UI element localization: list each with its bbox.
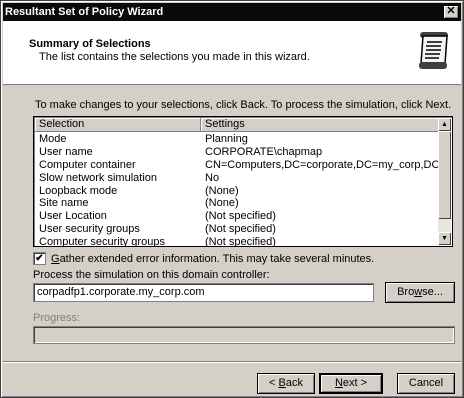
column-header-selection[interactable]: Selection: [35, 118, 201, 132]
checkmark-icon: ✔: [35, 253, 44, 264]
scroll-up-arrow-icon[interactable]: ▲: [438, 118, 451, 131]
btn-text: Bro: [397, 286, 415, 298]
list-row[interactable]: User Location (Not specified): [35, 210, 439, 223]
wizard-header: Summary of Selections The list contains …: [3, 21, 461, 85]
setting-cell: (None): [205, 184, 239, 197]
btn-text: se...: [422, 286, 443, 298]
page-subtitle: The list contains the selections you mad…: [39, 51, 310, 63]
close-icon: ✕: [446, 5, 456, 17]
list-row[interactable]: Loopback mode (None): [35, 185, 439, 198]
selection-cell: Mode: [39, 133, 67, 145]
setting-cell: (Not specified): [205, 210, 276, 223]
domain-controller-label: Process the simulation on this domain co…: [33, 269, 270, 281]
list-row[interactable]: Slow network simulation No: [35, 172, 439, 185]
mnemonic-letter: B: [278, 377, 286, 389]
title-bar: Resultant Set of Policy Wizard ✕: [3, 3, 461, 21]
divider: [3, 361, 461, 363]
setting-cell: (None): [205, 197, 239, 210]
mnemonic-letter: w: [414, 286, 423, 298]
mnemonic-letter: G: [51, 252, 60, 265]
progress-bar: [33, 326, 455, 344]
gather-errors-checkbox[interactable]: ✔: [33, 252, 46, 265]
setting-cell: (Not specified): [205, 223, 276, 236]
selections-list[interactable]: Selection Settings Mode Planning User nam…: [33, 116, 453, 247]
scroll-down-arrow-icon[interactable]: ▼: [438, 232, 451, 245]
list-row[interactable]: Site name (None): [35, 197, 439, 210]
gather-errors-option[interactable]: ✔ Gather extended error information. Thi…: [33, 252, 374, 265]
selection-cell: User name: [39, 145, 93, 158]
selection-cell: User security groups: [39, 223, 140, 236]
setting-cell: No: [205, 171, 220, 184]
cancel-button[interactable]: Cancel: [397, 373, 455, 394]
selection-cell: Computer container: [39, 158, 136, 171]
selection-cell: Site name: [39, 197, 89, 210]
list-row[interactable]: Computer security groups (Not specified): [35, 236, 439, 247]
setting-cell: Planning: [205, 133, 248, 145]
list-row[interactable]: Computer container CN=Computers,DC=corpor…: [35, 159, 439, 172]
mnemonic-letter: N: [334, 377, 343, 389]
btn-text: ack: [285, 377, 303, 389]
instruction-text: To make changes to your selections, clic…: [35, 99, 452, 111]
selection-cell: User Location: [39, 210, 107, 223]
selection-cell: Computer security groups: [39, 236, 165, 247]
setting-cell: (Not specified): [205, 236, 276, 247]
gather-errors-label[interactable]: Gather extended error information. This …: [51, 253, 374, 265]
column-header-settings[interactable]: Settings: [201, 118, 439, 132]
domain-controller-field[interactable]: corpadfp1.corporate.my_corp.com: [33, 283, 374, 302]
list-scrollbar[interactable]: ▲ ▼: [438, 118, 451, 245]
list-row[interactable]: User security groups (Not specified): [35, 223, 439, 236]
page-title: Summary of Selections: [29, 38, 151, 50]
setting-cell: CN=Computers,DC=corporate,DC=my_corp,DC=…: [205, 158, 439, 171]
btn-text: ext >: [342, 377, 368, 389]
selection-cell: Slow network simulation: [39, 171, 157, 184]
progress-label: Progress:: [33, 312, 81, 324]
label-text: ather extended error information. This m…: [59, 252, 375, 265]
selection-cell: Loopback mode: [39, 184, 118, 197]
close-button[interactable]: ✕: [443, 5, 459, 19]
scroll-document-icon: [417, 30, 453, 72]
scroll-thumb[interactable]: [438, 131, 451, 219]
back-button[interactable]: < Back: [257, 373, 315, 394]
next-button[interactable]: Next >: [319, 373, 383, 394]
list-row[interactable]: User name CORPORATE\chapmap: [35, 146, 439, 159]
setting-cell: CORPORATE\chapmap: [205, 145, 323, 158]
browse-button[interactable]: Browse...: [385, 282, 455, 303]
btn-text: <: [269, 377, 279, 389]
list-header: Selection Settings: [35, 118, 439, 132]
list-rows: Mode Planning User name CORPORATE\chapmap …: [35, 133, 439, 247]
list-row[interactable]: Mode Planning: [35, 133, 439, 146]
window-title: Resultant Set of Policy Wizard: [5, 6, 164, 18]
wizard-window: Resultant Set of Policy Wizard ✕ Summary…: [0, 0, 464, 398]
